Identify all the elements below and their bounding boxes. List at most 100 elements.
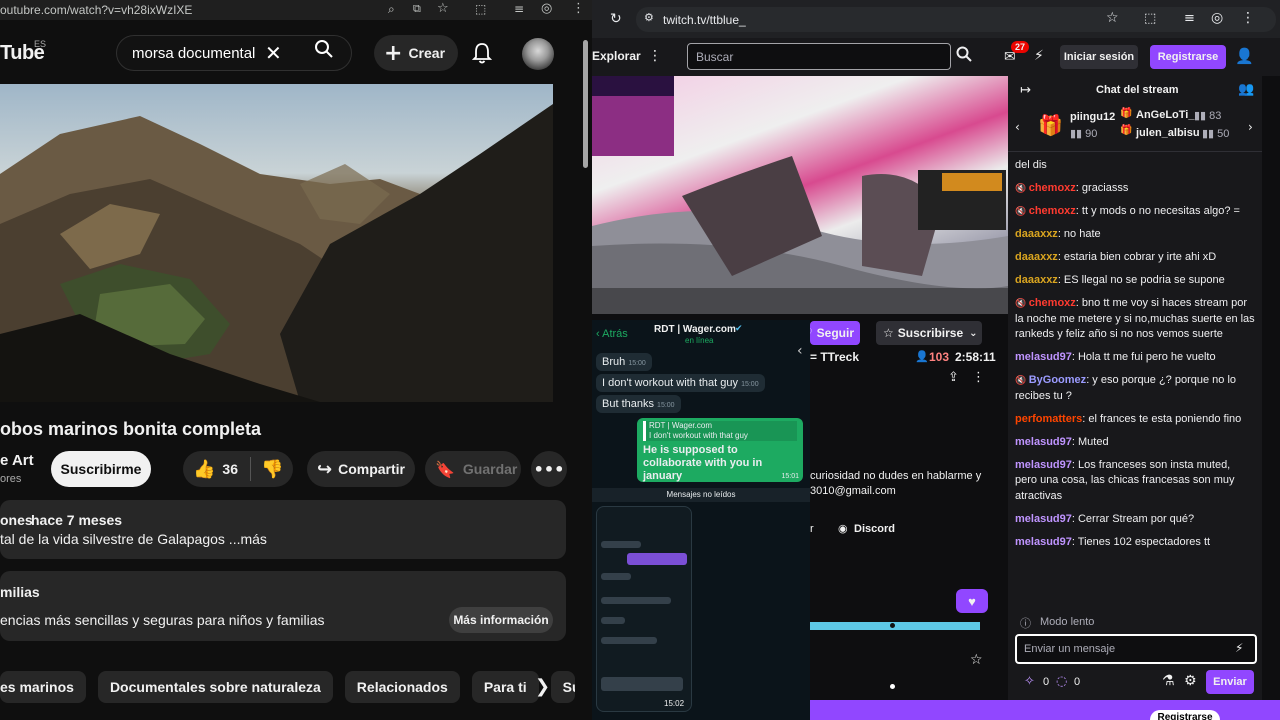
leaderboard-next-icon[interactable]: ›	[1248, 120, 1253, 134]
promo-more-info-button[interactable]: Más información	[449, 607, 553, 633]
chips-next-icon[interactable]: ❯	[535, 676, 550, 697]
site-info-icon[interactable]: ⚙	[644, 11, 654, 24]
mod-badge-icon[interactable]: 🔇	[1015, 375, 1029, 385]
more-nav-icon[interactable]: ⋮	[648, 48, 662, 64]
chat-username[interactable]: melasud97	[1015, 436, 1072, 448]
leaderboard-prev-icon[interactable]: ‹	[1015, 120, 1020, 134]
chat-username[interactable]: melasud97	[1015, 513, 1072, 525]
wa-screenshot-image[interactable]	[596, 506, 692, 712]
gifter-name[interactable]: AnGeLoTi_	[1136, 109, 1194, 121]
profile-icon[interactable]: ◎	[1211, 10, 1223, 26]
dislike-button[interactable]: 👎	[261, 459, 283, 480]
search-icon[interactable]	[956, 46, 972, 62]
gifter-name[interactable]: piingu12	[1070, 111, 1115, 123]
channel-points-icon[interactable]: ◌	[1056, 674, 1067, 689]
follow-button[interactable]: ♡ Seguir	[802, 321, 860, 345]
chat-username[interactable]: melasud97	[1015, 351, 1072, 363]
about-email[interactable]: 3010@gmail.com	[810, 485, 896, 497]
bottom-signup-bar: Registrarse	[1008, 700, 1280, 720]
gifter-name[interactable]: julen_albisu	[1136, 127, 1200, 139]
discord-link[interactable]: Discord	[854, 523, 895, 535]
emote-icon[interactable]: ⚗	[1162, 673, 1175, 689]
install-icon[interactable]: ⧉	[413, 2, 421, 16]
share-button[interactable]: ↪ Compartir	[307, 451, 415, 487]
twitch-url[interactable]: twitch.tv/ttblue_	[663, 13, 746, 27]
chat-username[interactable]: ByGoomez	[1029, 374, 1086, 386]
mod-badge-icon[interactable]: 🔇	[1015, 298, 1029, 308]
search-icon[interactable]	[309, 39, 339, 59]
subscribe-button[interactable]: ☆ Suscribirse ⌄	[876, 321, 982, 345]
star-icon[interactable]: ☆	[970, 652, 983, 668]
extensions-icon[interactable]: ⬚	[1144, 11, 1156, 26]
like-button[interactable]: 👍	[193, 459, 215, 480]
social-link-r[interactable]: r	[810, 523, 814, 535]
bookmark-star-icon[interactable]: ☆	[1106, 10, 1119, 26]
more-actions-button[interactable]: •••	[531, 451, 567, 487]
streamer-name[interactable]: = TTreck	[810, 350, 859, 364]
stream-player[interactable]	[592, 76, 1008, 314]
chat-input[interactable]: Enviar un mensaje ⚡	[1015, 634, 1257, 664]
explore-link[interactable]: Explorar	[592, 49, 641, 63]
share-icon[interactable]: ⇪	[948, 370, 959, 385]
user-icon[interactable]: 👤	[1235, 47, 1254, 65]
reload-icon[interactable]: ↻	[610, 11, 622, 27]
media-icon[interactable]: ≡	[1184, 11, 1195, 26]
chip-0[interactable]: es marinos	[0, 671, 86, 703]
wa-back[interactable]: ‹ Atrás	[596, 328, 628, 340]
collapse-chevron-icon[interactable]: ‹	[797, 343, 803, 359]
like-dislike-group: 👍 36 👎	[183, 451, 293, 487]
collapse-chat-icon[interactable]: ↦	[1020, 83, 1031, 98]
twitch-search-input[interactable]: Buscar	[687, 43, 951, 70]
register-button[interactable]: Registrarse	[1150, 45, 1226, 69]
chat-username[interactable]: perfomatters	[1015, 413, 1082, 425]
avatar[interactable]	[522, 38, 554, 70]
bits-icon[interactable]: ✧	[1024, 674, 1035, 689]
bookmark-star-icon[interactable]: ☆	[437, 1, 449, 16]
chip-2[interactable]: Relacionados	[344, 671, 460, 703]
extensions-icon[interactable]: ⬚	[475, 2, 486, 16]
profile-icon[interactable]: ◎	[541, 1, 552, 16]
chat-username[interactable]: chemoxz	[1029, 205, 1076, 217]
chip-4[interactable]: Subid	[550, 671, 575, 703]
chat-username[interactable]: melasud97	[1015, 459, 1072, 471]
send-button[interactable]: Enviar	[1206, 670, 1254, 694]
settings-gear-icon[interactable]: ⚙	[1184, 673, 1197, 689]
media-icon[interactable]: ≡	[514, 2, 524, 16]
chat-username[interactable]: chemoxz	[1029, 182, 1076, 194]
clear-search-icon[interactable]: ✕	[265, 41, 282, 65]
chat-username[interactable]: chemoxz	[1029, 297, 1076, 309]
prime-icon[interactable]: ⚡	[1235, 641, 1243, 655]
save-button[interactable]: 🔖 Guardar	[425, 451, 521, 487]
search-box[interactable]: morsa documental ✕	[116, 35, 352, 71]
video-player[interactable]	[0, 84, 553, 402]
chat-username[interactable]: melasud97	[1015, 536, 1072, 548]
uptime: 2:58:11	[955, 350, 996, 364]
chat-username[interactable]: daaaxxz	[1015, 274, 1058, 286]
create-button[interactable]: + Crear	[374, 35, 458, 71]
search-input[interactable]: morsa documental	[132, 45, 255, 62]
mod-badge-icon[interactable]: 🔇	[1015, 183, 1029, 193]
menu-icon[interactable]: ⋮	[572, 1, 585, 16]
chip-1[interactable]: Documentales sobre naturaleza	[97, 671, 333, 703]
chat-users-icon[interactable]: 👥	[1238, 82, 1254, 97]
panel-heart-button[interactable]: ♥	[956, 589, 988, 613]
yt-url[interactable]: outubre.com/watch?v=vh28ixWzIXE	[0, 3, 192, 17]
subscribe-button[interactable]: Suscribirme	[51, 451, 151, 487]
prime-icon[interactable]: ⚡	[1034, 48, 1044, 64]
description-box[interactable]: ones hace 7 meses tal de la vida silvest…	[0, 500, 566, 559]
zoom-icon[interactable]: ⌕	[388, 2, 395, 17]
notifications-bell-icon[interactable]	[472, 42, 492, 64]
chip-3[interactable]: Para ti	[471, 671, 539, 703]
channel-name[interactable]: e Art	[0, 452, 34, 469]
bottom-register-button[interactable]: Registrarse	[1150, 710, 1220, 720]
more-vertical-icon[interactable]: ⋮	[972, 370, 985, 385]
login-button[interactable]: Iniciar sesión	[1060, 45, 1138, 69]
menu-icon[interactable]: ⋮	[1241, 10, 1255, 26]
yt-address-bar[interactable]: outubre.com/watch?v=vh28ixWzIXE ⌕ ⧉ ☆ ⬚ …	[0, 0, 592, 20]
chat-username[interactable]: daaaxxz	[1015, 228, 1058, 240]
twitch-url-field[interactable]: ⚙ twitch.tv/ttblue_ ☆	[636, 7, 1276, 32]
chat-username[interactable]: daaaxxz	[1015, 251, 1058, 263]
wa-contact[interactable]: RDT | Wager.com	[654, 324, 736, 335]
page-scrollbar[interactable]	[583, 40, 588, 168]
mod-badge-icon[interactable]: 🔇	[1015, 206, 1029, 216]
